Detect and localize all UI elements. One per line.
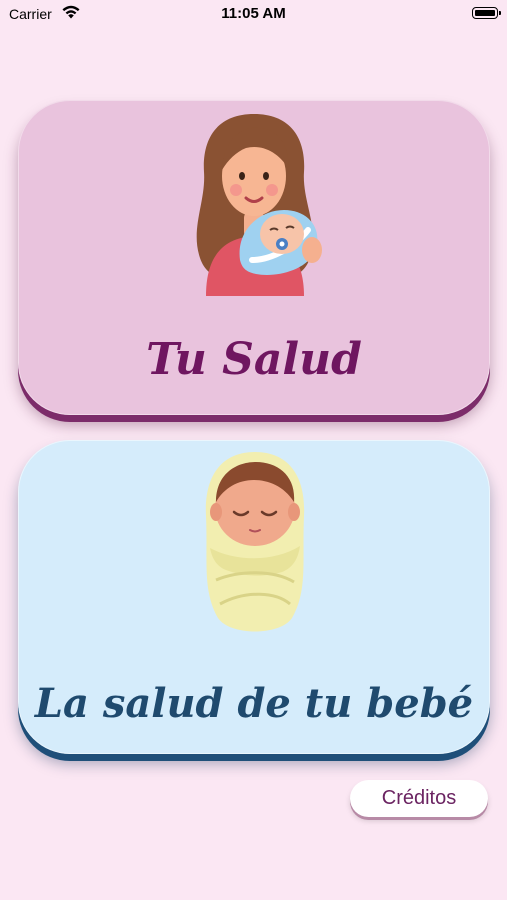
battery-icon [472,7,501,19]
credits-button[interactable]: Créditos [350,780,488,817]
baby-health-card[interactable]: La salud de tu bebé [18,440,490,754]
mother-holding-baby-icon [196,114,322,296]
status-time: 11:05 AM [221,5,286,22]
swaddled-baby-icon [205,452,305,632]
your-health-card[interactable]: Tu Salud [18,100,490,415]
status-bar: Carrier 11:05 AM [0,0,507,28]
your-health-title: Tu Salud [146,334,362,385]
baby-health-title: La salud de tu bebé [34,680,474,727]
